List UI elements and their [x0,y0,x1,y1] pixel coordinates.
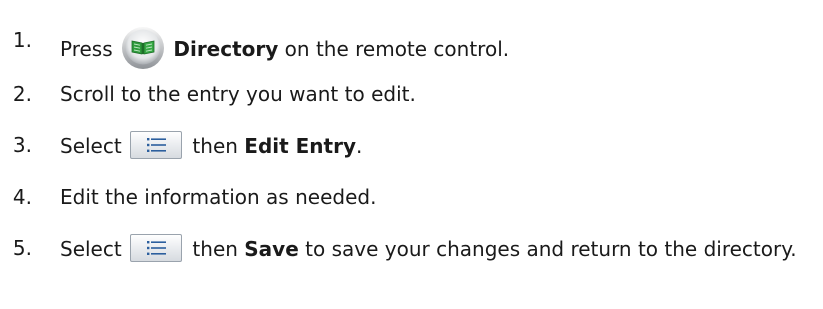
step-tail: to save your changes and return to the d… [298,237,797,261]
save-label: Save [244,237,299,261]
menu-list-icon [130,234,183,262]
step-verb: Select [60,134,122,158]
step-tail: on the remote control. [278,37,510,61]
step-number: 4. [12,185,32,209]
step-connector: then [192,237,238,261]
step-connector: then [192,134,238,158]
edit-entry-label: Edit Entry [244,134,356,158]
step-number: 5. [12,236,32,260]
step-number: 3. [12,133,32,157]
step-verb: Select [60,237,122,261]
step-number: 1. [12,28,32,52]
step-text: Select then Save to save your changes an… [60,234,800,263]
menu-list-icon [130,131,183,159]
directory-label: Directory [173,37,279,61]
step-text: Edit the information as needed. [60,185,377,209]
step-number: 2. [12,82,32,106]
step-text: Select then Edit Entry. [60,131,362,160]
step-text: Scroll to the entry you want to edit. [60,82,416,106]
step-text: Press Directory on the remote control. [60,26,509,70]
step-tail: . [356,134,363,158]
step-verb: Press [60,37,113,61]
directory-button-icon [121,26,165,70]
